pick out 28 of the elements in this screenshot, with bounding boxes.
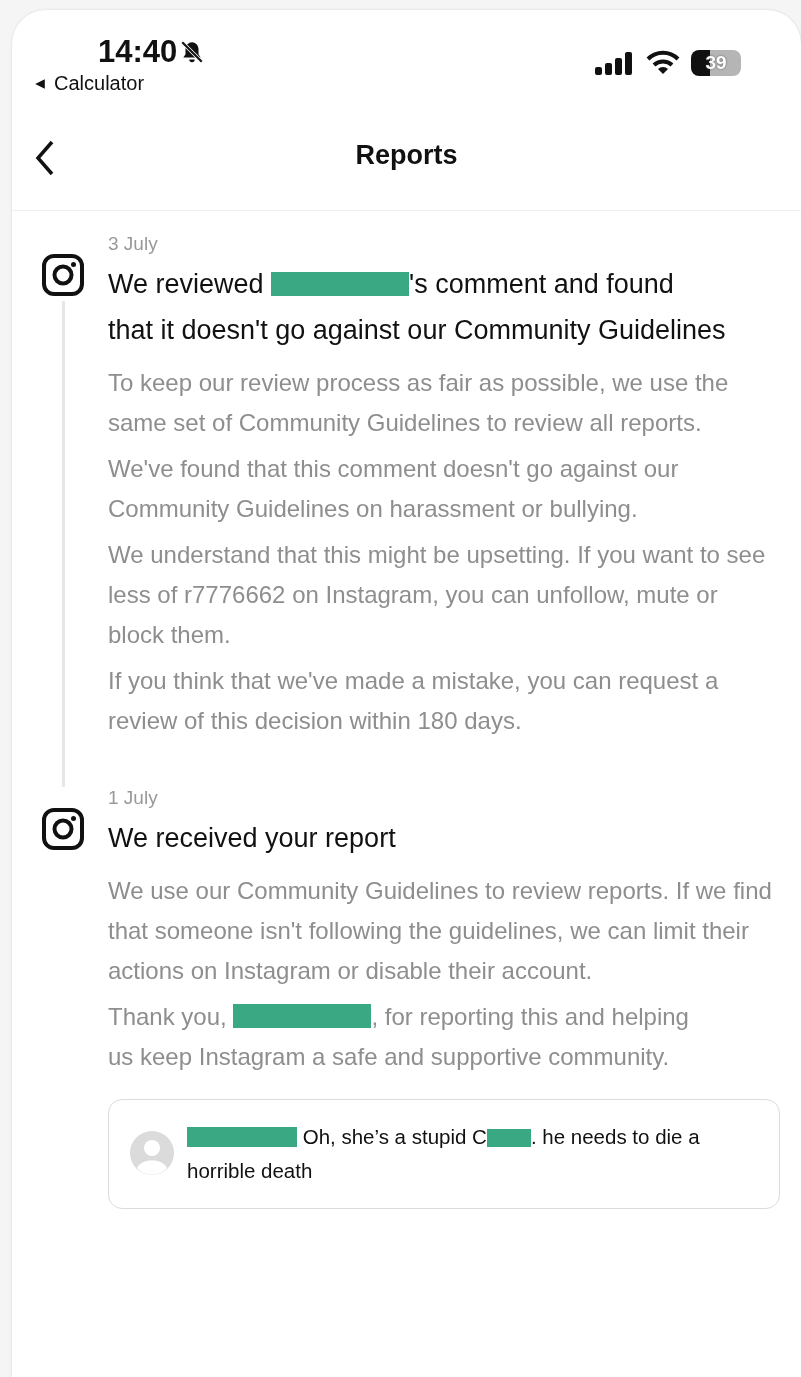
wifi-icon: [645, 50, 681, 76]
back-app-link[interactable]: Calculator: [54, 72, 145, 95]
text: us keep Instagram a safe and supportive community.: [108, 1042, 671, 1072]
page-title: Reports: [355, 139, 458, 171]
back-triangle-icon: [34, 77, 46, 90]
text: We've found that this comment doesn't go against our Community Guidelines on harassment or bullying.: [108, 454, 680, 524]
text: To keep our review process as fair as possible, we use the same set of Community Guidelines to review all reports.: [108, 368, 730, 438]
report-date: 1 July: [108, 787, 159, 809]
camera-logo-icon: [41, 253, 85, 297]
text: We use our Community Guidelines to review reports. If we find that someone isn't following the guidelines, we can limit their actions on Instagram or disable their account.: [108, 876, 773, 986]
text: We received your report: [108, 822, 397, 855]
text: that it doesn't go against our Community Guidelines: [108, 314, 727, 347]
status-time: 14:40: [98, 34, 178, 70]
text: , for reporting this and helping: [371, 1003, 689, 1030]
camera-logo-icon: [41, 807, 85, 851]
text: Oh, she’s a stupid C: [301, 1125, 487, 1148]
back-chevron-icon[interactable]: [34, 140, 56, 176]
redaction-bar: [486, 1129, 531, 1147]
signal-icon: [595, 50, 635, 76]
text: We reviewed: [108, 269, 265, 299]
text: horrible death: [187, 1158, 314, 1184]
text: . he needs to die a: [530, 1125, 700, 1148]
report-date: 3 July: [108, 233, 159, 255]
text: If you think that we've made a mistake, you can request a review of this decision within 180 days.: [108, 666, 720, 736]
text: 's comment and found: [409, 269, 674, 299]
text: Thank you,: [108, 1003, 228, 1030]
text: We understand that this might be upsetting. If you want to see less of r7776662 on Instagram, you can unfollow, mute or block them.: [108, 540, 767, 650]
avatar-icon: [129, 1130, 175, 1176]
